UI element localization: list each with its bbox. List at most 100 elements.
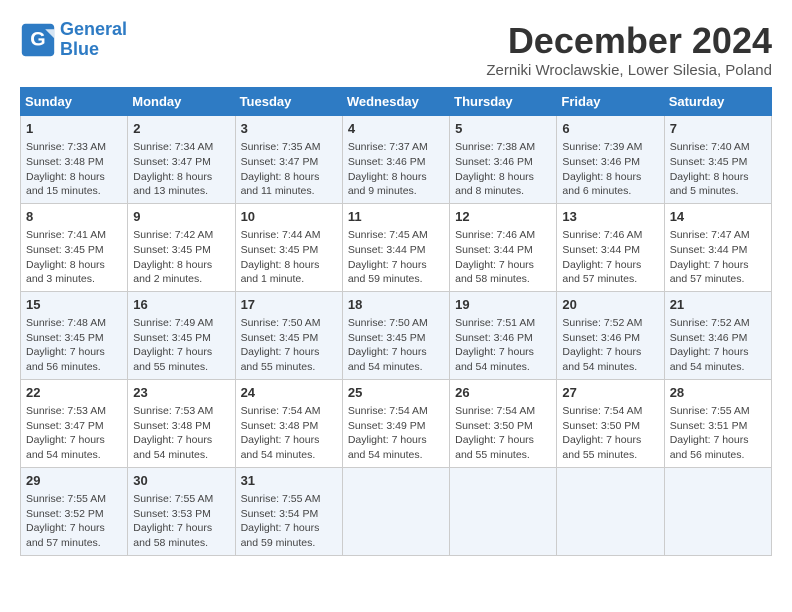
cell-info: Sunrise: 7:55 AM Sunset: 3:53 PM Dayligh… bbox=[133, 492, 229, 551]
day-number: 23 bbox=[133, 384, 229, 402]
cell-info: Sunrise: 7:44 AM Sunset: 3:45 PM Dayligh… bbox=[241, 228, 337, 287]
cell-info: Sunrise: 7:38 AM Sunset: 3:46 PM Dayligh… bbox=[455, 140, 551, 199]
location-title: Zerniki Wroclawskie, Lower Silesia, Pola… bbox=[486, 62, 772, 79]
calendar-week-2: 8 Sunrise: 7:41 AM Sunset: 3:45 PM Dayli… bbox=[21, 203, 772, 291]
cell-info: Sunrise: 7:46 AM Sunset: 3:44 PM Dayligh… bbox=[562, 228, 658, 287]
cell-info: Sunrise: 7:50 AM Sunset: 3:45 PM Dayligh… bbox=[241, 316, 337, 375]
cell-info: Sunrise: 7:55 AM Sunset: 3:51 PM Dayligh… bbox=[670, 404, 766, 463]
day-number: 24 bbox=[241, 384, 337, 402]
calendar-cell: 11 Sunrise: 7:45 AM Sunset: 3:44 PM Dayl… bbox=[342, 203, 449, 291]
day-number: 1 bbox=[26, 120, 122, 138]
day-number: 9 bbox=[133, 208, 229, 226]
cell-info: Sunrise: 7:42 AM Sunset: 3:45 PM Dayligh… bbox=[133, 228, 229, 287]
calendar-cell: 20 Sunrise: 7:52 AM Sunset: 3:46 PM Dayl… bbox=[557, 291, 664, 379]
page-header: G General Blue December 2024 Zerniki Wro… bbox=[20, 20, 772, 79]
calendar-week-4: 22 Sunrise: 7:53 AM Sunset: 3:47 PM Dayl… bbox=[21, 379, 772, 467]
day-number: 8 bbox=[26, 208, 122, 226]
day-number: 25 bbox=[348, 384, 444, 402]
calendar-cell: 25 Sunrise: 7:54 AM Sunset: 3:49 PM Dayl… bbox=[342, 379, 449, 467]
col-tuesday: Tuesday bbox=[235, 88, 342, 116]
day-number: 30 bbox=[133, 472, 229, 490]
cell-info: Sunrise: 7:52 AM Sunset: 3:46 PM Dayligh… bbox=[670, 316, 766, 375]
logo-text: General Blue bbox=[60, 20, 127, 60]
day-number: 27 bbox=[562, 384, 658, 402]
cell-info: Sunrise: 7:50 AM Sunset: 3:45 PM Dayligh… bbox=[348, 316, 444, 375]
header-row: Sunday Monday Tuesday Wednesday Thursday… bbox=[21, 88, 772, 116]
calendar-cell: 26 Sunrise: 7:54 AM Sunset: 3:50 PM Dayl… bbox=[450, 379, 557, 467]
calendar-cell: 1 Sunrise: 7:33 AM Sunset: 3:48 PM Dayli… bbox=[21, 116, 128, 204]
cell-info: Sunrise: 7:35 AM Sunset: 3:47 PM Dayligh… bbox=[241, 140, 337, 199]
col-wednesday: Wednesday bbox=[342, 88, 449, 116]
calendar-cell: 29 Sunrise: 7:55 AM Sunset: 3:52 PM Dayl… bbox=[21, 467, 128, 555]
calendar-cell: 8 Sunrise: 7:41 AM Sunset: 3:45 PM Dayli… bbox=[21, 203, 128, 291]
calendar-cell: 6 Sunrise: 7:39 AM Sunset: 3:46 PM Dayli… bbox=[557, 116, 664, 204]
calendar-cell: 24 Sunrise: 7:54 AM Sunset: 3:48 PM Dayl… bbox=[235, 379, 342, 467]
cell-info: Sunrise: 7:41 AM Sunset: 3:45 PM Dayligh… bbox=[26, 228, 122, 287]
cell-info: Sunrise: 7:53 AM Sunset: 3:48 PM Dayligh… bbox=[133, 404, 229, 463]
calendar-cell: 14 Sunrise: 7:47 AM Sunset: 3:44 PM Dayl… bbox=[664, 203, 771, 291]
calendar-cell: 7 Sunrise: 7:40 AM Sunset: 3:45 PM Dayli… bbox=[664, 116, 771, 204]
day-number: 28 bbox=[670, 384, 766, 402]
day-number: 20 bbox=[562, 296, 658, 314]
title-section: December 2024 Zerniki Wroclawskie, Lower… bbox=[486, 20, 772, 79]
cell-info: Sunrise: 7:47 AM Sunset: 3:44 PM Dayligh… bbox=[670, 228, 766, 287]
calendar-cell: 4 Sunrise: 7:37 AM Sunset: 3:46 PM Dayli… bbox=[342, 116, 449, 204]
cell-info: Sunrise: 7:45 AM Sunset: 3:44 PM Dayligh… bbox=[348, 228, 444, 287]
logo-line2: Blue bbox=[60, 40, 127, 60]
day-number: 5 bbox=[455, 120, 551, 138]
cell-info: Sunrise: 7:34 AM Sunset: 3:47 PM Dayligh… bbox=[133, 140, 229, 199]
day-number: 10 bbox=[241, 208, 337, 226]
calendar-cell: 22 Sunrise: 7:53 AM Sunset: 3:47 PM Dayl… bbox=[21, 379, 128, 467]
day-number: 6 bbox=[562, 120, 658, 138]
calendar-cell: 12 Sunrise: 7:46 AM Sunset: 3:44 PM Dayl… bbox=[450, 203, 557, 291]
day-number: 2 bbox=[133, 120, 229, 138]
calendar-cell: 2 Sunrise: 7:34 AM Sunset: 3:47 PM Dayli… bbox=[128, 116, 235, 204]
cell-info: Sunrise: 7:49 AM Sunset: 3:45 PM Dayligh… bbox=[133, 316, 229, 375]
day-number: 11 bbox=[348, 208, 444, 226]
day-number: 12 bbox=[455, 208, 551, 226]
cell-info: Sunrise: 7:37 AM Sunset: 3:46 PM Dayligh… bbox=[348, 140, 444, 199]
day-number: 7 bbox=[670, 120, 766, 138]
cell-info: Sunrise: 7:51 AM Sunset: 3:46 PM Dayligh… bbox=[455, 316, 551, 375]
calendar-cell: 13 Sunrise: 7:46 AM Sunset: 3:44 PM Dayl… bbox=[557, 203, 664, 291]
calendar-cell bbox=[664, 467, 771, 555]
cell-info: Sunrise: 7:52 AM Sunset: 3:46 PM Dayligh… bbox=[562, 316, 658, 375]
col-monday: Monday bbox=[128, 88, 235, 116]
calendar-cell bbox=[557, 467, 664, 555]
day-number: 15 bbox=[26, 296, 122, 314]
calendar-cell: 3 Sunrise: 7:35 AM Sunset: 3:47 PM Dayli… bbox=[235, 116, 342, 204]
day-number: 17 bbox=[241, 296, 337, 314]
cell-info: Sunrise: 7:48 AM Sunset: 3:45 PM Dayligh… bbox=[26, 316, 122, 375]
calendar-cell: 31 Sunrise: 7:55 AM Sunset: 3:54 PM Dayl… bbox=[235, 467, 342, 555]
calendar-cell: 10 Sunrise: 7:44 AM Sunset: 3:45 PM Dayl… bbox=[235, 203, 342, 291]
calendar-cell bbox=[342, 467, 449, 555]
cell-info: Sunrise: 7:46 AM Sunset: 3:44 PM Dayligh… bbox=[455, 228, 551, 287]
month-title: December 2024 bbox=[486, 20, 772, 62]
cell-info: Sunrise: 7:54 AM Sunset: 3:49 PM Dayligh… bbox=[348, 404, 444, 463]
logo-icon: G bbox=[20, 22, 56, 58]
calendar-cell: 27 Sunrise: 7:54 AM Sunset: 3:50 PM Dayl… bbox=[557, 379, 664, 467]
calendar-week-1: 1 Sunrise: 7:33 AM Sunset: 3:48 PM Dayli… bbox=[21, 116, 772, 204]
day-number: 29 bbox=[26, 472, 122, 490]
day-number: 3 bbox=[241, 120, 337, 138]
calendar-table: Sunday Monday Tuesday Wednesday Thursday… bbox=[20, 87, 772, 556]
calendar-cell: 5 Sunrise: 7:38 AM Sunset: 3:46 PM Dayli… bbox=[450, 116, 557, 204]
logo: G General Blue bbox=[20, 20, 127, 60]
calendar-cell: 16 Sunrise: 7:49 AM Sunset: 3:45 PM Dayl… bbox=[128, 291, 235, 379]
calendar-week-3: 15 Sunrise: 7:48 AM Sunset: 3:45 PM Dayl… bbox=[21, 291, 772, 379]
cell-info: Sunrise: 7:55 AM Sunset: 3:52 PM Dayligh… bbox=[26, 492, 122, 551]
col-saturday: Saturday bbox=[664, 88, 771, 116]
calendar-cell: 23 Sunrise: 7:53 AM Sunset: 3:48 PM Dayl… bbox=[128, 379, 235, 467]
day-number: 19 bbox=[455, 296, 551, 314]
cell-info: Sunrise: 7:55 AM Sunset: 3:54 PM Dayligh… bbox=[241, 492, 337, 551]
day-number: 14 bbox=[670, 208, 766, 226]
col-sunday: Sunday bbox=[21, 88, 128, 116]
logo-line1: General bbox=[60, 19, 127, 39]
day-number: 31 bbox=[241, 472, 337, 490]
cell-info: Sunrise: 7:54 AM Sunset: 3:48 PM Dayligh… bbox=[241, 404, 337, 463]
calendar-cell: 19 Sunrise: 7:51 AM Sunset: 3:46 PM Dayl… bbox=[450, 291, 557, 379]
day-number: 26 bbox=[455, 384, 551, 402]
calendar-cell: 15 Sunrise: 7:48 AM Sunset: 3:45 PM Dayl… bbox=[21, 291, 128, 379]
col-thursday: Thursday bbox=[450, 88, 557, 116]
calendar-cell: 17 Sunrise: 7:50 AM Sunset: 3:45 PM Dayl… bbox=[235, 291, 342, 379]
